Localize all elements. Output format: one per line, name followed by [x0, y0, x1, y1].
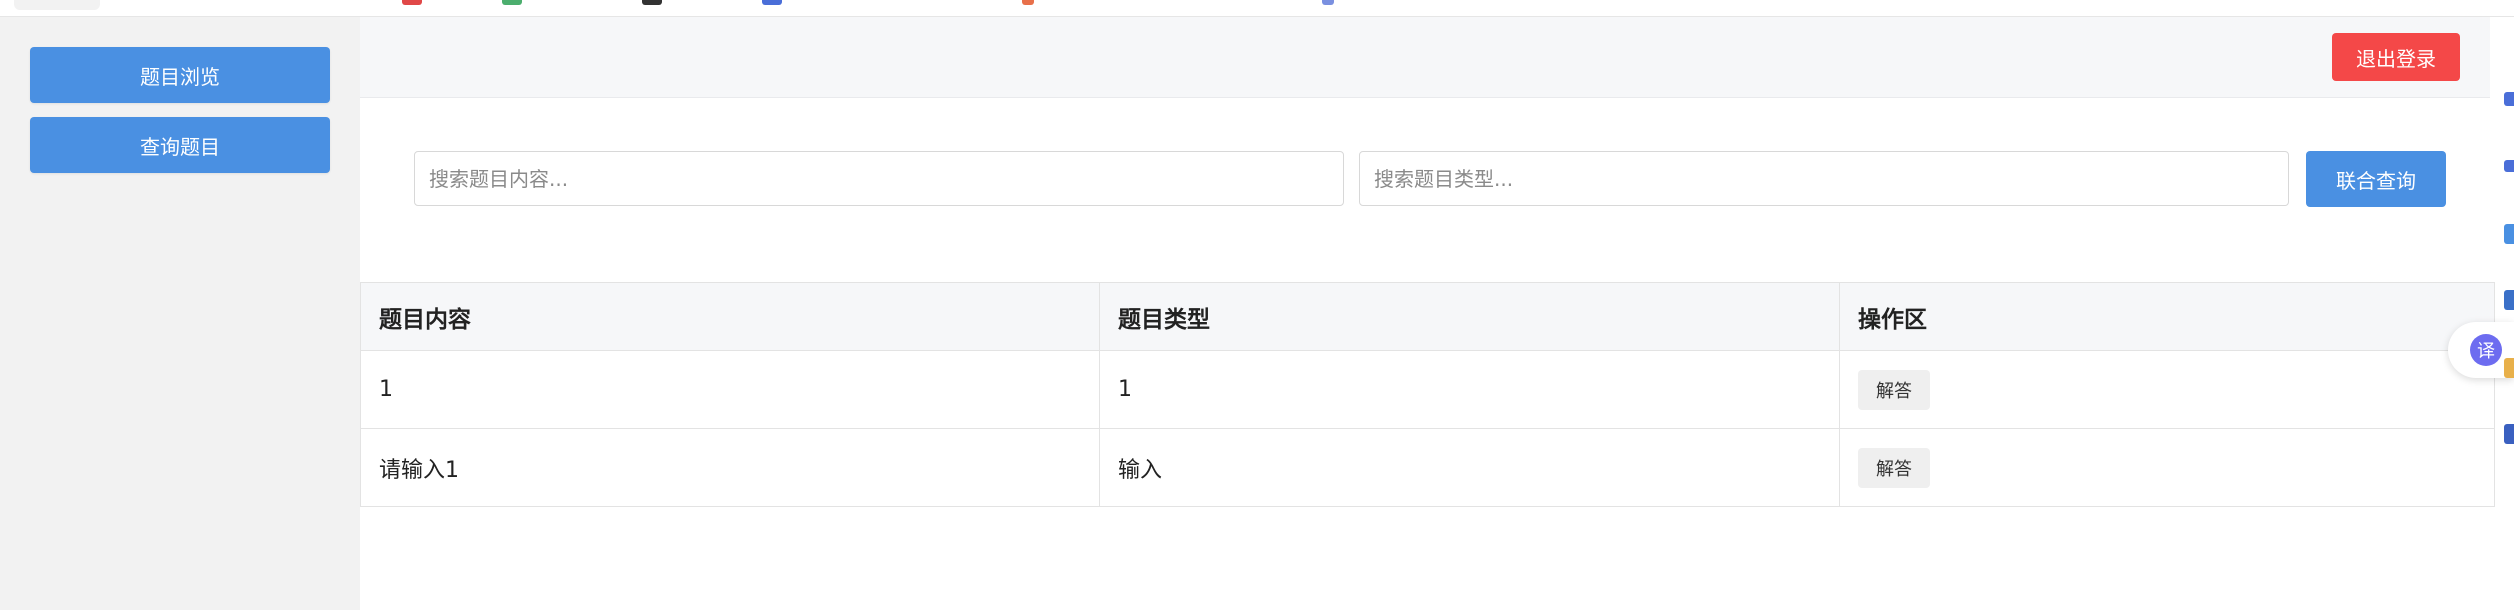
cell-actions: 解答	[1839, 350, 2495, 429]
bookmark-icon[interactable]	[1322, 0, 1334, 5]
top-header: 退出登录	[360, 17, 2490, 98]
table-row: 请输入1 输入 解答	[360, 428, 2495, 507]
cell-actions: 解答	[1839, 428, 2495, 507]
sidebar: 题目浏览 查询题目	[0, 17, 360, 610]
answer-button[interactable]: 解答	[1858, 447, 1930, 488]
sidebar-item-query[interactable]: 查询题目	[30, 117, 330, 173]
side-panel-icon[interactable]	[2504, 160, 2514, 172]
cell-content: 请输入1	[360, 428, 1100, 507]
bookmark-icon[interactable]	[1022, 0, 1034, 5]
bookmark-icon[interactable]	[642, 0, 662, 5]
bookmarks-strip	[0, 0, 2514, 17]
search-content-input[interactable]	[414, 151, 1344, 206]
table-header-row: 题目内容 题目类型 操作区	[360, 282, 2495, 351]
side-panel-icon[interactable]	[2504, 358, 2514, 378]
questions-table: 题目内容 题目类型 操作区 1 1 解答 请输入1 输入 解答	[360, 282, 2495, 507]
side-panel-icon[interactable]	[2504, 424, 2514, 444]
column-header-content: 题目内容	[360, 282, 1100, 351]
app-root: 题目浏览 查询题目 退出登录 联合查询 题目内容 题目类型 操作区 1 1 解答	[0, 0, 2514, 610]
bookmark-icon[interactable]	[762, 0, 782, 5]
side-panel-icon[interactable]	[2504, 290, 2514, 310]
cell-type: 1	[1099, 350, 1840, 429]
bookmark-icon[interactable]	[502, 0, 522, 5]
combined-query-button[interactable]: 联合查询	[2306, 151, 2446, 207]
table-row: 1 1 解答	[360, 350, 2495, 429]
browser-tab-stub[interactable]	[14, 0, 100, 10]
side-panel-icon[interactable]	[2504, 92, 2514, 106]
answer-button[interactable]: 解答	[1858, 369, 1930, 410]
search-type-input[interactable]	[1359, 151, 2289, 206]
sidebar-item-browse[interactable]: 题目浏览	[30, 47, 330, 103]
column-header-type: 题目类型	[1099, 282, 1840, 351]
translate-icon: 译	[2470, 334, 2502, 366]
bookmark-icon[interactable]	[402, 0, 422, 5]
cell-type: 输入	[1099, 428, 1840, 507]
side-panel-icon[interactable]	[2504, 224, 2514, 244]
logout-button[interactable]: 退出登录	[2332, 33, 2460, 81]
column-header-actions: 操作区	[1839, 282, 2495, 351]
cell-content: 1	[360, 350, 1100, 429]
